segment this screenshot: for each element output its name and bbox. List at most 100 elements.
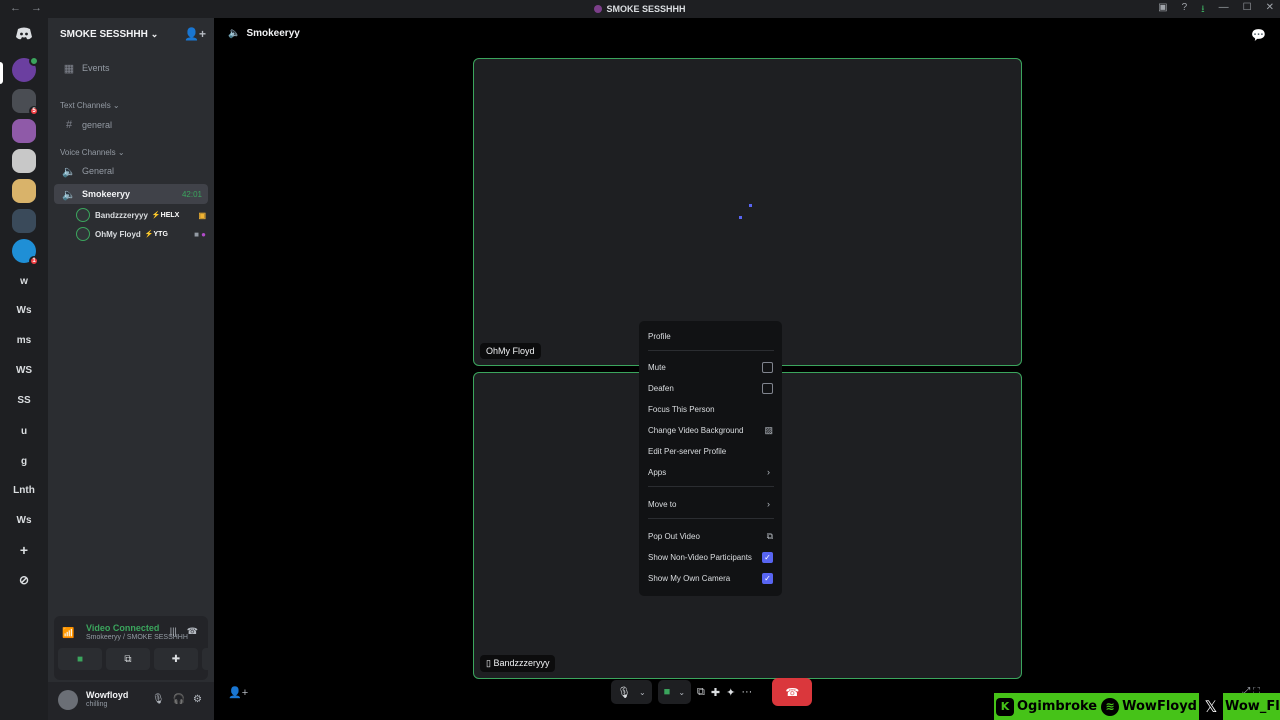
notification-badge: 1: [29, 256, 39, 266]
channel-title: Smokeeryy: [246, 28, 300, 39]
window-controls: ▣ ? ⭳ — ☐ ✕: [1158, 2, 1274, 19]
inbox-icon[interactable]: ▣: [1158, 2, 1167, 19]
server-icon-ms[interactable]: ms: [12, 328, 36, 352]
headphones-icon[interactable]: 🎧: [173, 694, 185, 705]
activities-icon[interactable]: ✚: [711, 680, 720, 704]
help-icon[interactable]: ?: [1182, 2, 1188, 19]
server-icon-ws3[interactable]: Ws: [12, 508, 36, 532]
loading-spinner: [739, 204, 755, 220]
server-icon[interactable]: 5: [12, 89, 39, 116]
server-icon[interactable]: [12, 179, 36, 203]
menu-item-apps[interactable]: Apps ›: [648, 463, 774, 481]
gear-icon[interactable]: ⚙: [193, 694, 202, 705]
server-icon[interactable]: [12, 119, 36, 143]
menu-item-profile[interactable]: Profile: [648, 327, 774, 345]
mute-checkbox[interactable]: [762, 361, 773, 373]
server-icon[interactable]: 1: [12, 239, 39, 266]
menu-item-deafen[interactable]: Deafen: [648, 379, 774, 397]
microphone-icon[interactable]: 🎙: [152, 694, 165, 705]
menu-item-mute[interactable]: Mute: [648, 358, 774, 376]
close-icon[interactable]: ✕: [1266, 2, 1274, 19]
menu-item-show-non-video[interactable]: Show Non-Video Participants ✓: [648, 548, 774, 566]
show-non-video-checkbox[interactable]: ✓: [762, 551, 773, 563]
window-title: SMOKE SESSHHH: [0, 4, 1280, 14]
menu-item-pop-out[interactable]: Pop Out Video ⧉: [648, 527, 774, 545]
discover-icon[interactable]: ⊘: [12, 568, 36, 592]
server-icon-g[interactable]: g: [12, 449, 36, 473]
server-icon-w[interactable]: w: [12, 269, 36, 293]
chevron-right-icon: ›: [767, 467, 770, 477]
voice-user-bandzzzeryyy[interactable]: Bandzzzeryyy ⚡HELX ▣: [76, 206, 208, 224]
screen-share-icon[interactable]: ⧉: [697, 680, 705, 704]
chevron-down-icon[interactable]: ⌄: [639, 688, 646, 697]
add-server-icon[interactable]: +: [12, 538, 36, 562]
voice-status[interactable]: Video Connected: [86, 623, 159, 633]
title-bar: ← → SMOKE SESSHHH ▣ ? ⭳ — ☐ ✕: [0, 0, 1280, 18]
voice-user-ohmy-floyd[interactable]: OhMy Floyd ⚡YTG ■ ●: [76, 225, 208, 243]
microphone-icon[interactable]: 🎙: [617, 686, 631, 699]
server-icon-u[interactable]: u: [12, 419, 36, 443]
server-icon-ws[interactable]: Ws: [12, 298, 36, 322]
call-timer: 42:01: [181, 189, 202, 199]
deafen-checkbox[interactable]: [762, 382, 773, 394]
camera-button-group[interactable]: ■ ⌄: [657, 680, 692, 704]
show-own-camera-checkbox[interactable]: ✓: [762, 572, 773, 584]
camera-button[interactable]: ■: [58, 648, 102, 670]
disconnect-button[interactable]: ☎: [772, 678, 813, 706]
username[interactable]: Wowfloyd: [86, 690, 128, 700]
server-rail: 5 1 w Ws ms WS SS u g Lnth Ws + ⊘: [0, 18, 48, 720]
menu-item-move-to[interactable]: Move to ›: [648, 495, 774, 513]
selected-server-pill: [0, 62, 3, 84]
kick-icon: K: [996, 697, 1014, 716]
invite-user-icon[interactable]: 👤+: [184, 27, 206, 41]
participant-name: OhMy Floyd: [480, 343, 541, 359]
menu-item-focus[interactable]: Focus This Person: [648, 400, 774, 418]
avatar[interactable]: [58, 690, 78, 710]
video-tile-ohmy-floyd[interactable]: OhMy Floyd: [473, 58, 1022, 366]
server-icon[interactable]: [12, 56, 39, 82]
server-icon[interactable]: [12, 149, 36, 173]
kick-handle: K Ogimbroke: [994, 697, 1099, 716]
server-icon-ws2[interactable]: WS: [12, 358, 36, 382]
more-icon[interactable]: ···: [741, 680, 752, 704]
notification-badge: 5: [29, 106, 39, 116]
spotify-handle: ≋ WowFloyd: [1099, 697, 1199, 716]
maximize-icon[interactable]: ☐: [1243, 2, 1252, 19]
invite-icon[interactable]: 👤+: [228, 686, 248, 699]
text-channels-category[interactable]: Text Channels ⌄: [60, 101, 120, 110]
spotify-icon: ≋: [1101, 697, 1120, 716]
channel-label: Smokeeryy: [82, 189, 131, 199]
x-handle: Wow_Floyd1: [1223, 699, 1280, 714]
menu-item-edit-profile[interactable]: Edit Per-server Profile: [648, 442, 774, 460]
chevron-down-icon[interactable]: ⌄: [678, 688, 685, 697]
disconnect-icon[interactable]: ☎: [187, 626, 198, 637]
menu-divider: [648, 486, 774, 487]
user-panel: Wowfloyd chilling 🎙 🎧 ⚙: [48, 682, 214, 720]
voice-channels-category[interactable]: Voice Channels ⌄: [60, 148, 125, 157]
menu-item-change-background[interactable]: Change Video Background ▨: [648, 421, 774, 439]
download-icon[interactable]: ⭳: [1201, 2, 1205, 19]
signal-icon[interactable]: 📶: [62, 628, 74, 639]
discord-home-icon[interactable]: [12, 22, 36, 46]
screen-share-button[interactable]: ⧉: [106, 648, 150, 670]
server-icon-lnth[interactable]: Lnth: [12, 478, 36, 502]
soundboard-icon[interactable]: ✦: [726, 680, 735, 704]
channel-header: 🔈 Smokeeryy: [228, 28, 300, 39]
events-row[interactable]: ▦ Events: [54, 58, 208, 78]
mic-button-group[interactable]: 🎙 ⌄: [611, 680, 652, 704]
chevron-down-icon: ⌄: [150, 28, 159, 39]
minimize-icon[interactable]: —: [1219, 2, 1229, 19]
chat-icon[interactable]: 💬: [1251, 28, 1266, 42]
voice-tools: ||| ☎: [170, 626, 198, 637]
camera-icon[interactable]: ■: [664, 686, 671, 698]
server-icon-ss[interactable]: SS: [12, 388, 36, 412]
voice-channel-general[interactable]: 🔈 General: [54, 161, 208, 181]
voice-channel-smokeeryy[interactable]: 🔈 Smokeeryy 42:01: [54, 184, 208, 204]
server-icon[interactable]: [12, 209, 36, 233]
noise-suppression-icon[interactable]: |||: [170, 626, 177, 637]
channel-general-text[interactable]: # general: [54, 115, 208, 135]
menu-item-show-own-camera[interactable]: Show My Own Camera ✓: [648, 569, 774, 587]
activities-button[interactable]: ✚: [154, 648, 198, 670]
server-header[interactable]: SMOKE SESSHHH ⌄ 👤+: [48, 18, 214, 50]
server-name: SMOKE SESSHHH: [60, 28, 148, 40]
